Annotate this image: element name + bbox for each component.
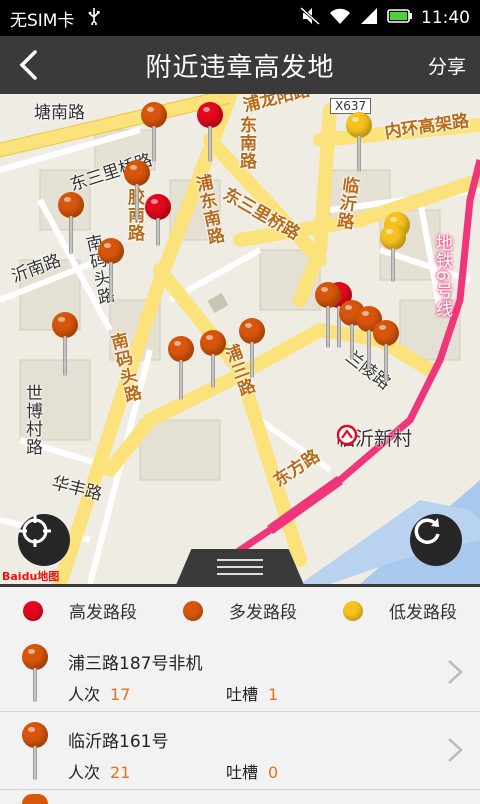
orange-pin-icon: [22, 644, 48, 704]
road-label-metro: 地铁6号线: [432, 234, 452, 318]
carrier-label: 无SIM卡: [10, 10, 75, 31]
orange-dot-icon: [183, 600, 203, 621]
complaint-value: 1: [268, 685, 279, 704]
list-item-address: 临沂路161号: [68, 732, 169, 752]
road-label-dongnan: 东南路: [236, 116, 256, 170]
list-item-count: 人次 21: [68, 759, 130, 783]
road-label-shibo: 世博村路: [22, 384, 42, 456]
signal-icon: [359, 7, 379, 30]
refresh-icon: [414, 518, 440, 544]
chevron-right-icon: [448, 660, 463, 684]
list-item[interactable]: 临沂路161号 人次 21 吐槽 0: [0, 712, 480, 790]
back-arrow-icon: [19, 50, 37, 80]
complaint-value: 0: [268, 763, 279, 782]
title-bar: 附近违章高发地 分享: [0, 36, 480, 94]
count-value: 21: [110, 763, 131, 782]
usb-icon: [86, 7, 102, 30]
legend: 高发路段 多发路段 低发路段: [0, 584, 480, 634]
map-pin-low[interactable]: [346, 112, 372, 172]
legend-label-high: 高发路段: [69, 603, 137, 623]
status-bar: 无SIM卡 11:40: [0, 0, 480, 36]
map-pin-medium[interactable]: [141, 102, 167, 162]
map-pin-low[interactable]: [380, 224, 406, 284]
legend-item-low: 低发路段: [320, 598, 480, 623]
map-pin-medium[interactable]: [200, 330, 226, 390]
refresh-button[interactable]: [410, 514, 462, 566]
legend-item-medium: 多发路段: [160, 598, 320, 623]
list-item-count: 人次 17: [68, 681, 130, 705]
count-label: 人次: [68, 763, 101, 782]
battery-icon: [387, 8, 413, 29]
back-button[interactable]: [8, 36, 48, 94]
page-title: 附近违章高发地: [145, 52, 335, 83]
wifi-icon: [329, 7, 351, 30]
map-pin-medium[interactable]: [315, 282, 341, 348]
drawer-handle[interactable]: [176, 549, 304, 585]
hotspot-list: 浦三路187号非机 人次 17 吐槽 1 临沂路161号 人次 21 吐槽 0: [0, 634, 480, 804]
chevron-right-icon: [448, 738, 463, 762]
orange-pin-icon: [22, 794, 48, 804]
menu-lines-icon: [217, 559, 263, 575]
road-label-tangnan: 塘南路: [34, 103, 85, 123]
count-label: 人次: [68, 685, 101, 704]
count-value: 17: [110, 685, 131, 704]
clock: 11:40: [421, 8, 470, 28]
orange-pin-icon: [22, 722, 48, 782]
metro-station-icon: [336, 424, 358, 446]
red-dot-icon: [23, 600, 43, 621]
list-item-complaints: 吐槽 0: [226, 759, 278, 783]
legend-item-high: 高发路段: [0, 598, 160, 623]
map-pin-medium[interactable]: [98, 238, 124, 302]
locate-button[interactable]: [18, 514, 70, 566]
legend-label-medium: 多发路段: [229, 603, 297, 623]
complaint-label: 吐槽: [226, 685, 259, 704]
map-pin-medium[interactable]: [168, 336, 194, 400]
yellow-dot-icon: [343, 600, 363, 621]
map-view[interactable]: 塘南路 浦龙阳路 内环高架路 X637 东南路 东三里桥路 胶南路 浦东南路 东…: [0, 94, 480, 584]
locate-icon: [19, 515, 51, 547]
map-pin-medium[interactable]: [58, 192, 84, 254]
baidu-map-logo: Baidu地图: [2, 570, 60, 583]
metro-station-label[interactable]: 临沂新村: [336, 424, 412, 451]
map-pin-medium[interactable]: [373, 320, 399, 382]
list-item-complaints: 吐槽 1: [226, 681, 278, 705]
complaint-label: 吐槽: [226, 763, 259, 782]
list-item[interactable]: 浦三路187号非机 人次 17 吐槽 1: [0, 634, 480, 712]
map-pin-medium[interactable]: [52, 312, 78, 376]
list-item[interactable]: [0, 790, 480, 804]
map-pin-high[interactable]: [197, 102, 223, 162]
map-pin-medium[interactable]: [239, 318, 265, 378]
list-item-address: 浦三路187号非机: [68, 654, 203, 674]
map-pin-high[interactable]: [145, 194, 171, 254]
mute-icon: [299, 6, 321, 31]
share-button[interactable]: 分享: [428, 36, 466, 94]
legend-label-low: 低发路段: [389, 603, 457, 623]
